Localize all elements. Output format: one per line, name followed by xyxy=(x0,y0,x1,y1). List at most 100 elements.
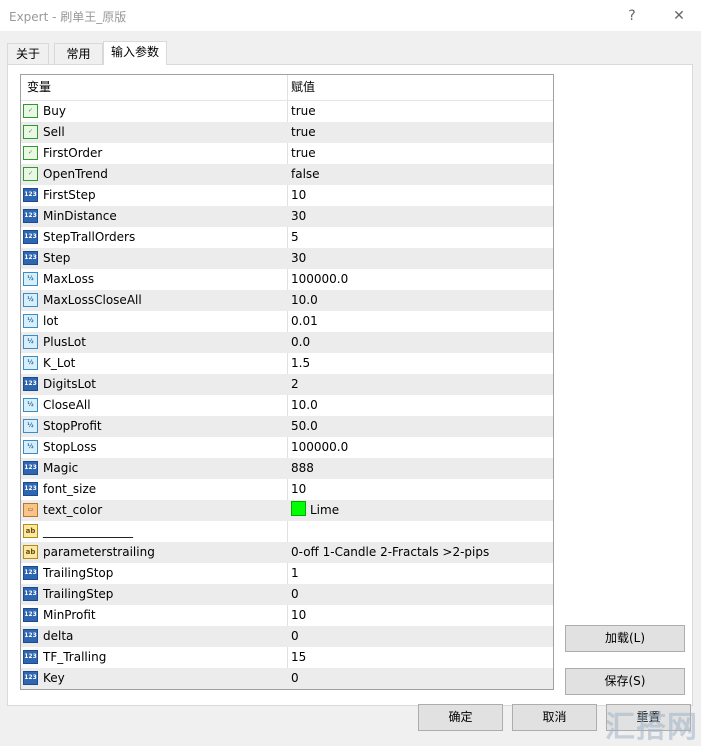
table-row[interactable]: 123 MinProfit 10 xyxy=(21,605,553,626)
tab-common[interactable]: 常用 xyxy=(54,43,103,64)
parameter-name: text_color xyxy=(43,503,103,517)
parameter-value[interactable]: 10 xyxy=(291,605,306,626)
table-row[interactable]: ▭ text_color Lime xyxy=(21,500,553,521)
table-row[interactable]: ½ MaxLossCloseAll 10.0 xyxy=(21,290,553,311)
table-row[interactable]: ✓ Sell true xyxy=(21,122,553,143)
parameter-value[interactable]: 2 xyxy=(291,374,299,395)
integer-icon: 123 xyxy=(23,251,38,265)
table-row[interactable]: ✓ Buy true xyxy=(21,101,553,122)
table-row[interactable]: 123 Step 30 xyxy=(21,248,553,269)
table-row[interactable]: ½ PlusLot 0.0 xyxy=(21,332,553,353)
parameters-grid[interactable]: 变量 赋值 ✓ Buy true ✓ Sell true ✓ FirstOrder true ✓ O… xyxy=(20,74,554,690)
double-icon: ½ xyxy=(23,293,38,307)
double-icon: ½ xyxy=(23,314,38,328)
integer-icon: 123 xyxy=(23,671,38,685)
double-icon: ½ xyxy=(23,419,38,433)
parameter-name: TrailingStop xyxy=(43,566,114,580)
table-row[interactable]: ab parameterstrailing 0-off 1-Candle 2-Fra… xyxy=(21,542,553,563)
table-row[interactable]: ab _______________ xyxy=(21,521,553,542)
parameter-name: lot xyxy=(43,314,59,328)
parameter-value[interactable]: 10 xyxy=(291,479,306,500)
table-row[interactable]: ½ StopLoss 100000.0 xyxy=(21,437,553,458)
cancel-button[interactable]: 取消 xyxy=(512,704,597,731)
table-row[interactable]: 123 TrailingStep 0 xyxy=(21,584,553,605)
table-row[interactable]: 123 font_size 10 xyxy=(21,479,553,500)
table-row[interactable]: 123 FirstStep 10 xyxy=(21,185,553,206)
ok-button[interactable]: 确定 xyxy=(418,704,503,731)
parameter-value[interactable]: 0 xyxy=(291,584,299,605)
table-row[interactable]: 123 TrailingStop 1 xyxy=(21,563,553,584)
parameter-name: CloseAll xyxy=(43,398,91,412)
parameter-value[interactable]: true xyxy=(291,101,316,122)
integer-icon: 123 xyxy=(23,209,38,223)
parameter-value[interactable]: 0.01 xyxy=(291,311,318,332)
table-row[interactable]: ✓ OpenTrend false xyxy=(21,164,553,185)
parameter-value[interactable]: 15 xyxy=(291,647,306,668)
integer-icon: 123 xyxy=(23,629,38,643)
column-header-value[interactable]: 赋值 xyxy=(291,75,315,100)
integer-icon: 123 xyxy=(23,608,38,622)
bool-icon: ✓ xyxy=(23,167,38,181)
parameter-value[interactable]: 1 xyxy=(291,563,299,584)
save-button[interactable]: 保存(S) xyxy=(565,668,685,695)
parameter-value[interactable]: 10.0 xyxy=(291,395,318,416)
integer-icon: 123 xyxy=(23,566,38,580)
grid-rows: ✓ Buy true ✓ Sell true ✓ FirstOrder true ✓ OpenTre… xyxy=(21,101,553,689)
close-button[interactable]: ✕ xyxy=(667,6,691,26)
column-header-variable[interactable]: 变量 xyxy=(27,75,51,100)
parameter-value[interactable]: 1.5 xyxy=(291,353,310,374)
parameter-name: MaxLoss xyxy=(43,272,95,286)
table-row[interactable]: ½ lot 0.01 xyxy=(21,311,553,332)
parameter-value[interactable]: 0 xyxy=(291,626,299,647)
table-row[interactable]: ½ MaxLoss 100000.0 xyxy=(21,269,553,290)
parameter-value[interactable]: false xyxy=(291,164,320,185)
parameter-value[interactable]: 50.0 xyxy=(291,416,318,437)
table-row[interactable]: ✓ FirstOrder true xyxy=(21,143,553,164)
parameter-value[interactable]: 30 xyxy=(291,206,306,227)
table-row[interactable]: 123 TF_Tralling 15 xyxy=(21,647,553,668)
integer-icon: 123 xyxy=(23,461,38,475)
parameter-value[interactable]: 0.0 xyxy=(291,332,310,353)
table-row[interactable]: ½ CloseAll 10.0 xyxy=(21,395,553,416)
integer-icon: 123 xyxy=(23,230,38,244)
table-row[interactable]: 123 Key 0 xyxy=(21,668,553,689)
tab-inputs[interactable]: 输入参数 xyxy=(103,41,167,65)
parameter-value[interactable]: true xyxy=(291,143,316,164)
table-row[interactable]: ½ K_Lot 1.5 xyxy=(21,353,553,374)
parameter-value[interactable]: true xyxy=(291,122,316,143)
parameter-value[interactable]: 0-off 1-Candle 2-Fractals >2-pips xyxy=(291,542,489,563)
parameter-value[interactable]: 100000.0 xyxy=(291,437,348,458)
parameter-value[interactable]: 10 xyxy=(291,185,306,206)
load-button[interactable]: 加载(L) xyxy=(565,625,685,652)
integer-icon: 123 xyxy=(23,587,38,601)
parameter-name: Magic xyxy=(43,461,79,475)
table-row[interactable]: 123 delta 0 xyxy=(21,626,553,647)
parameter-name: _______________ xyxy=(43,524,133,538)
integer-icon: 123 xyxy=(23,188,38,202)
string-icon: ab xyxy=(23,524,38,538)
parameter-value[interactable]: 888 xyxy=(291,458,314,479)
double-icon: ½ xyxy=(23,356,38,370)
table-row[interactable]: ½ StopProfit 50.0 xyxy=(21,416,553,437)
integer-icon: 123 xyxy=(23,377,38,391)
table-row[interactable]: 123 MinDistance 30 xyxy=(21,206,553,227)
help-button[interactable]: ? xyxy=(620,6,644,26)
parameter-name: Sell xyxy=(43,125,65,139)
parameter-value[interactable]: 30 xyxy=(291,248,306,269)
table-row[interactable]: 123 StepTrallOrders 5 xyxy=(21,227,553,248)
watermark-logo: 汇搭网 xyxy=(605,710,698,745)
double-icon: ½ xyxy=(23,398,38,412)
table-row[interactable]: 123 Magic 888 xyxy=(21,458,553,479)
parameter-value[interactable]: 5 xyxy=(291,227,299,248)
bool-icon: ✓ xyxy=(23,146,38,160)
parameter-value[interactable]: 10.0 xyxy=(291,290,318,311)
color-swatch xyxy=(291,501,306,516)
parameter-value[interactable]: 0 xyxy=(291,668,299,689)
parameter-value[interactable]: 100000.0 xyxy=(291,269,348,290)
parameter-name: Step xyxy=(43,251,71,265)
parameter-value[interactable]: Lime xyxy=(291,500,339,521)
bool-icon: ✓ xyxy=(23,104,38,118)
tab-about[interactable]: 关于 xyxy=(7,43,49,64)
title-bar: Expert - 刷单王_原版 ? ✕ xyxy=(0,0,701,31)
table-row[interactable]: 123 DigitsLot 2 xyxy=(21,374,553,395)
